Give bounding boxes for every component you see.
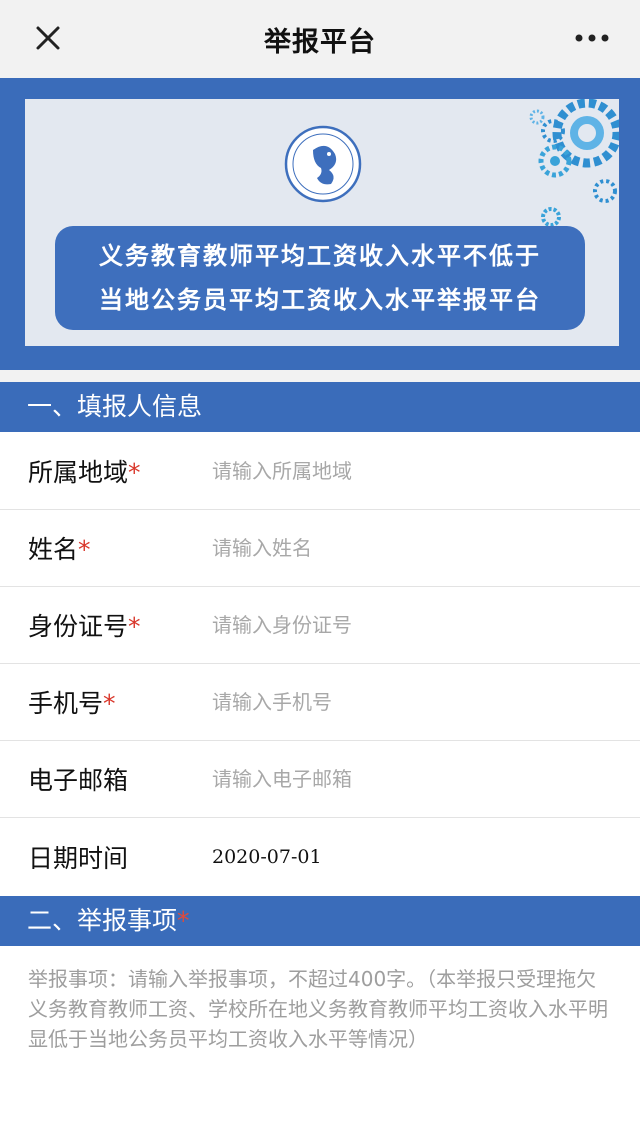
required-marker: *	[78, 535, 91, 564]
date-field[interactable]: 2020-07-01	[212, 846, 322, 868]
section-title: 一、填报人信息	[27, 392, 203, 421]
email-input[interactable]	[212, 759, 640, 799]
report-matter-box	[0, 946, 640, 1117]
form-row-id-number: 身份证号*	[0, 587, 640, 664]
form-row-phone: 手机号*	[0, 664, 640, 741]
banner: 义务教育教师平均工资收入水平不低于 当地公务员平均工资收入水平举报平台	[25, 99, 619, 346]
field-label: 所属地域*	[28, 458, 141, 487]
section-header-reporter-info: 一、填报人信息	[0, 382, 640, 432]
required-marker: *	[177, 906, 190, 935]
field-label: 日期时间	[28, 843, 129, 873]
close-icon[interactable]	[32, 22, 64, 54]
form-row-region: 所属地域*	[0, 433, 640, 510]
field-label: 姓名*	[28, 535, 91, 564]
slogan-line-1: 义务教育教师平均工资收入水平不低于	[99, 242, 541, 270]
education-supervision-logo-icon	[284, 125, 362, 203]
section-divider	[0, 370, 640, 382]
phone-input[interactable]	[212, 682, 640, 722]
required-marker: *	[103, 689, 116, 718]
section-header-report-matter: 二、举报事项*	[0, 896, 640, 946]
form-row-date: 日期时间 2020-07-01	[0, 818, 640, 895]
required-marker: *	[128, 612, 141, 641]
form-row-email: 电子邮箱	[0, 741, 640, 818]
more-options-icon[interactable]	[574, 30, 610, 46]
field-label: 身份证号*	[28, 612, 141, 641]
field-label: 电子邮箱	[28, 766, 129, 795]
slogan-line-2: 当地公务员平均工资收入水平举报平台	[99, 286, 541, 314]
form-row-name: 姓名*	[0, 510, 640, 587]
top-navigation-bar: 举报平台	[0, 0, 640, 78]
banner-slogan: 义务教育教师平均工资收入水平不低于 当地公务员平均工资收入水平举报平台	[55, 226, 585, 330]
name-input[interactable]	[212, 528, 640, 568]
section-title: 二、举报事项	[27, 906, 178, 935]
page-title: 举报平台	[264, 26, 376, 58]
id-number-input[interactable]	[212, 605, 640, 645]
gears-decoration-icon	[529, 99, 619, 227]
region-input[interactable]	[212, 451, 640, 491]
report-matter-textarea[interactable]	[0, 946, 640, 1117]
required-marker: *	[128, 458, 141, 487]
field-label: 手机号*	[28, 689, 116, 718]
